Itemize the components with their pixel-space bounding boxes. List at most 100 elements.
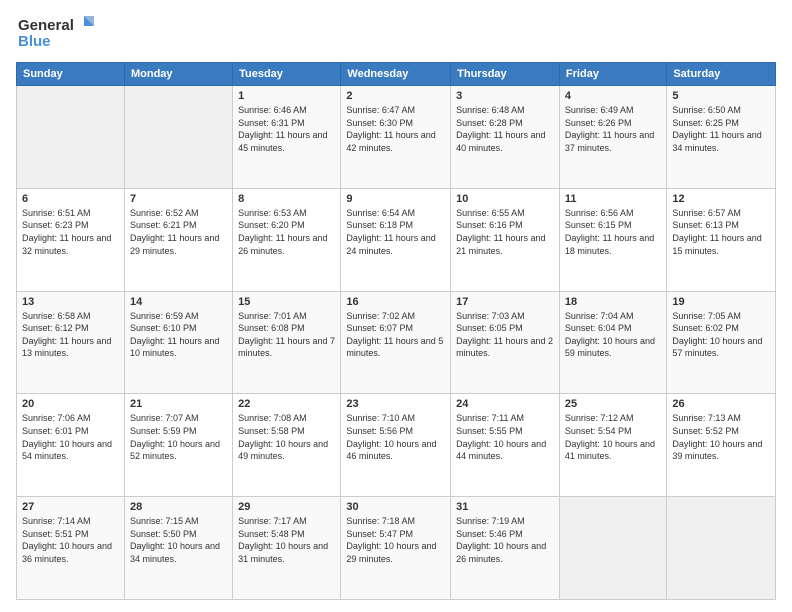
day-info: Sunrise: 6:52 AMSunset: 6:21 PMDaylight:… — [130, 207, 227, 257]
day-number: 7 — [130, 193, 227, 205]
day-info: Sunrise: 7:12 AMSunset: 5:54 PMDaylight:… — [565, 412, 661, 462]
day-info: Sunrise: 6:50 AMSunset: 6:25 PMDaylight:… — [672, 104, 770, 154]
day-header-thursday: Thursday — [451, 63, 560, 86]
day-number: 22 — [238, 398, 335, 410]
day-cell: 29 Sunrise: 7:17 AMSunset: 5:48 PMDayligh… — [233, 497, 341, 600]
logo-svg: General Blue — [16, 12, 96, 52]
day-number: 24 — [456, 398, 554, 410]
day-cell: 11 Sunrise: 6:56 AMSunset: 6:15 PMDayligh… — [559, 188, 666, 291]
day-cell: 19 Sunrise: 7:05 AMSunset: 6:02 PMDayligh… — [667, 291, 776, 394]
calendar-table: SundayMondayTuesdayWednesdayThursdayFrid… — [16, 62, 776, 600]
day-info: Sunrise: 7:05 AMSunset: 6:02 PMDaylight:… — [672, 310, 770, 360]
day-number: 10 — [456, 193, 554, 205]
day-info: Sunrise: 7:11 AMSunset: 5:55 PMDaylight:… — [456, 412, 554, 462]
day-number: 21 — [130, 398, 227, 410]
day-cell: 17 Sunrise: 7:03 AMSunset: 6:05 PMDayligh… — [451, 291, 560, 394]
day-number: 5 — [672, 90, 770, 102]
day-number: 2 — [346, 90, 445, 102]
day-number: 19 — [672, 296, 770, 308]
day-info: Sunrise: 6:48 AMSunset: 6:28 PMDaylight:… — [456, 104, 554, 154]
day-header-wednesday: Wednesday — [341, 63, 451, 86]
day-info: Sunrise: 7:18 AMSunset: 5:47 PMDaylight:… — [346, 515, 445, 565]
day-cell: 15 Sunrise: 7:01 AMSunset: 6:08 PMDayligh… — [233, 291, 341, 394]
day-cell: 26 Sunrise: 7:13 AMSunset: 5:52 PMDayligh… — [667, 394, 776, 497]
week-row-2: 6 Sunrise: 6:51 AMSunset: 6:23 PMDaylight… — [17, 188, 776, 291]
day-cell: 30 Sunrise: 7:18 AMSunset: 5:47 PMDayligh… — [341, 497, 451, 600]
day-number: 16 — [346, 296, 445, 308]
day-info: Sunrise: 6:51 AMSunset: 6:23 PMDaylight:… — [22, 207, 119, 257]
svg-text:General: General — [18, 17, 74, 34]
day-cell: 16 Sunrise: 7:02 AMSunset: 6:07 PMDayligh… — [341, 291, 451, 394]
day-number: 14 — [130, 296, 227, 308]
day-number: 11 — [565, 193, 661, 205]
day-info: Sunrise: 6:55 AMSunset: 6:16 PMDaylight:… — [456, 207, 554, 257]
day-number: 17 — [456, 296, 554, 308]
day-info: Sunrise: 6:58 AMSunset: 6:12 PMDaylight:… — [22, 310, 119, 360]
calendar-page: General Blue SundayMondayTuesdayWednesda… — [0, 0, 792, 612]
day-number: 13 — [22, 296, 119, 308]
day-number: 27 — [22, 501, 119, 513]
day-number: 23 — [346, 398, 445, 410]
day-cell: 31 Sunrise: 7:19 AMSunset: 5:46 PMDayligh… — [451, 497, 560, 600]
day-number: 12 — [672, 193, 770, 205]
day-info: Sunrise: 7:01 AMSunset: 6:08 PMDaylight:… — [238, 310, 335, 360]
day-cell — [667, 497, 776, 600]
day-info: Sunrise: 7:06 AMSunset: 6:01 PMDaylight:… — [22, 412, 119, 462]
day-cell: 13 Sunrise: 6:58 AMSunset: 6:12 PMDayligh… — [17, 291, 125, 394]
day-number: 30 — [346, 501, 445, 513]
day-cell: 24 Sunrise: 7:11 AMSunset: 5:55 PMDayligh… — [451, 394, 560, 497]
day-info: Sunrise: 6:59 AMSunset: 6:10 PMDaylight:… — [130, 310, 227, 360]
day-number: 3 — [456, 90, 554, 102]
day-cell: 21 Sunrise: 7:07 AMSunset: 5:59 PMDayligh… — [124, 394, 232, 497]
day-cell: 4Sunrise: 6:49 AMSunset: 6:26 PMDaylight… — [559, 86, 666, 189]
day-number: 28 — [130, 501, 227, 513]
week-row-1: 1 Sunrise: 6:46 AMSunset: 6:31 PMDaylight… — [17, 86, 776, 189]
day-info: Sunrise: 7:17 AMSunset: 5:48 PMDaylight:… — [238, 515, 335, 565]
header: General Blue — [16, 12, 776, 52]
day-number: 18 — [565, 296, 661, 308]
day-info: Sunrise: 6:53 AMSunset: 6:20 PMDaylight:… — [238, 207, 335, 257]
day-number: 1 — [238, 90, 335, 102]
day-info: Sunrise: 7:08 AMSunset: 5:58 PMDaylight:… — [238, 412, 335, 462]
day-cell: 6 Sunrise: 6:51 AMSunset: 6:23 PMDaylight… — [17, 188, 125, 291]
day-info: Sunrise: 7:15 AMSunset: 5:50 PMDaylight:… — [130, 515, 227, 565]
day-number: 6 — [22, 193, 119, 205]
day-info: Sunrise: 6:46 AMSunset: 6:31 PMDaylight:… — [238, 104, 335, 154]
day-cell — [17, 86, 125, 189]
day-cell: 27 Sunrise: 7:14 AMSunset: 5:51 PMDayligh… — [17, 497, 125, 600]
day-header-saturday: Saturday — [667, 63, 776, 86]
day-info: Sunrise: 7:03 AMSunset: 6:05 PMDaylight:… — [456, 310, 554, 360]
day-cell: 20 Sunrise: 7:06 AMSunset: 6:01 PMDayligh… — [17, 394, 125, 497]
day-header-row: SundayMondayTuesdayWednesdayThursdayFrid… — [17, 63, 776, 86]
day-cell: 12 Sunrise: 6:57 AMSunset: 6:13 PMDayligh… — [667, 188, 776, 291]
svg-text:Blue: Blue — [18, 33, 51, 50]
day-number: 4 — [565, 90, 661, 102]
day-cell: 3 Sunrise: 6:48 AMSunset: 6:28 PMDaylight… — [451, 86, 560, 189]
day-info: Sunrise: 6:56 AMSunset: 6:15 PMDaylight:… — [565, 207, 661, 257]
day-cell — [559, 497, 666, 600]
day-cell: 25 Sunrise: 7:12 AMSunset: 5:54 PMDayligh… — [559, 394, 666, 497]
day-number: 15 — [238, 296, 335, 308]
day-number: 26 — [672, 398, 770, 410]
day-info: Sunrise: 7:19 AMSunset: 5:46 PMDaylight:… — [456, 515, 554, 565]
day-number: 20 — [22, 398, 119, 410]
day-number: 29 — [238, 501, 335, 513]
day-info: Sunrise: 7:13 AMSunset: 5:52 PMDaylight:… — [672, 412, 770, 462]
day-info: Sunrise: 7:02 AMSunset: 6:07 PMDaylight:… — [346, 310, 445, 360]
week-row-3: 13 Sunrise: 6:58 AMSunset: 6:12 PMDayligh… — [17, 291, 776, 394]
week-row-4: 20 Sunrise: 7:06 AMSunset: 6:01 PMDayligh… — [17, 394, 776, 497]
logo: General Blue — [16, 12, 96, 52]
day-number: 31 — [456, 501, 554, 513]
day-info: Sunrise: 7:07 AMSunset: 5:59 PMDaylight:… — [130, 412, 227, 462]
day-number: 8 — [238, 193, 335, 205]
day-info: Sunrise: 7:04 AMSunset: 6:04 PMDaylight:… — [565, 310, 661, 360]
day-header-friday: Friday — [559, 63, 666, 86]
day-cell — [124, 86, 232, 189]
day-cell: 8 Sunrise: 6:53 AMSunset: 6:20 PMDaylight… — [233, 188, 341, 291]
day-info: Sunrise: 7:14 AMSunset: 5:51 PMDaylight:… — [22, 515, 119, 565]
day-cell: 23Sunrise: 7:10 AMSunset: 5:56 PMDayligh… — [341, 394, 451, 497]
day-info: Sunrise: 6:57 AMSunset: 6:13 PMDaylight:… — [672, 207, 770, 257]
day-number: 25 — [565, 398, 661, 410]
day-cell: 18 Sunrise: 7:04 AMSunset: 6:04 PMDayligh… — [559, 291, 666, 394]
day-cell: 22 Sunrise: 7:08 AMSunset: 5:58 PMDayligh… — [233, 394, 341, 497]
